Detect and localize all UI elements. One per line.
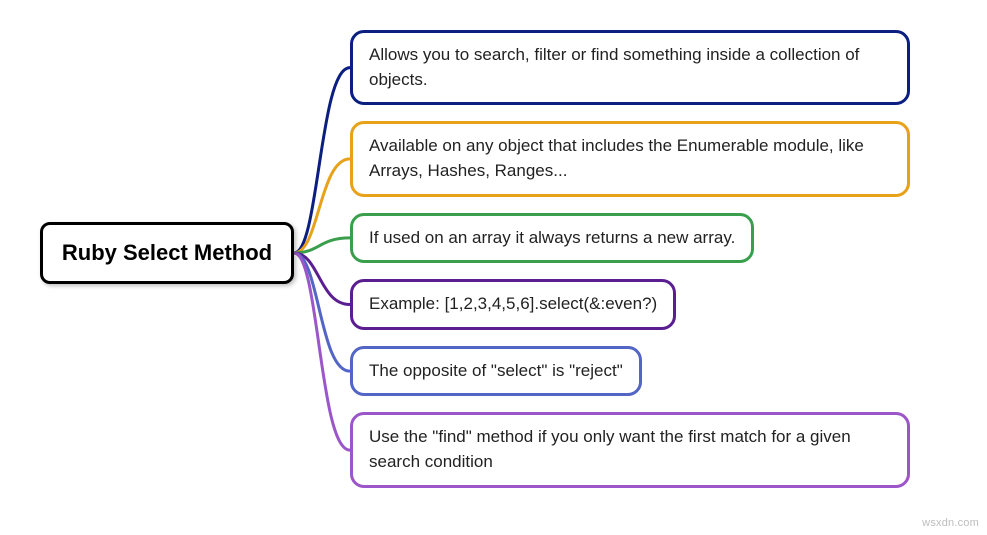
root-node: Ruby Select Method: [40, 222, 294, 284]
branch-node-1: Available on any object that includes th…: [350, 121, 910, 196]
branch-text-2: If used on an array it always returns a …: [369, 228, 735, 247]
branch-container: Allows you to search, filter or find som…: [350, 30, 940, 488]
branch-text-3: Example: [1,2,3,4,5,6].select(&:even?): [369, 294, 657, 313]
branch-node-3: Example: [1,2,3,4,5,6].select(&:even?): [350, 279, 676, 330]
branch-node-4: The opposite of "select" is "reject": [350, 346, 642, 397]
branch-text-4: The opposite of "select" is "reject": [369, 361, 623, 380]
branch-text-0: Allows you to search, filter or find som…: [369, 45, 859, 89]
branch-node-0: Allows you to search, filter or find som…: [350, 30, 910, 105]
branch-node-2: If used on an array it always returns a …: [350, 213, 754, 264]
branch-node-5: Use the "find" method if you only want t…: [350, 412, 910, 487]
branch-text-1: Available on any object that includes th…: [369, 136, 864, 180]
root-label: Ruby Select Method: [62, 240, 272, 266]
connector-4: [294, 253, 350, 371]
branch-text-5: Use the "find" method if you only want t…: [369, 427, 851, 471]
